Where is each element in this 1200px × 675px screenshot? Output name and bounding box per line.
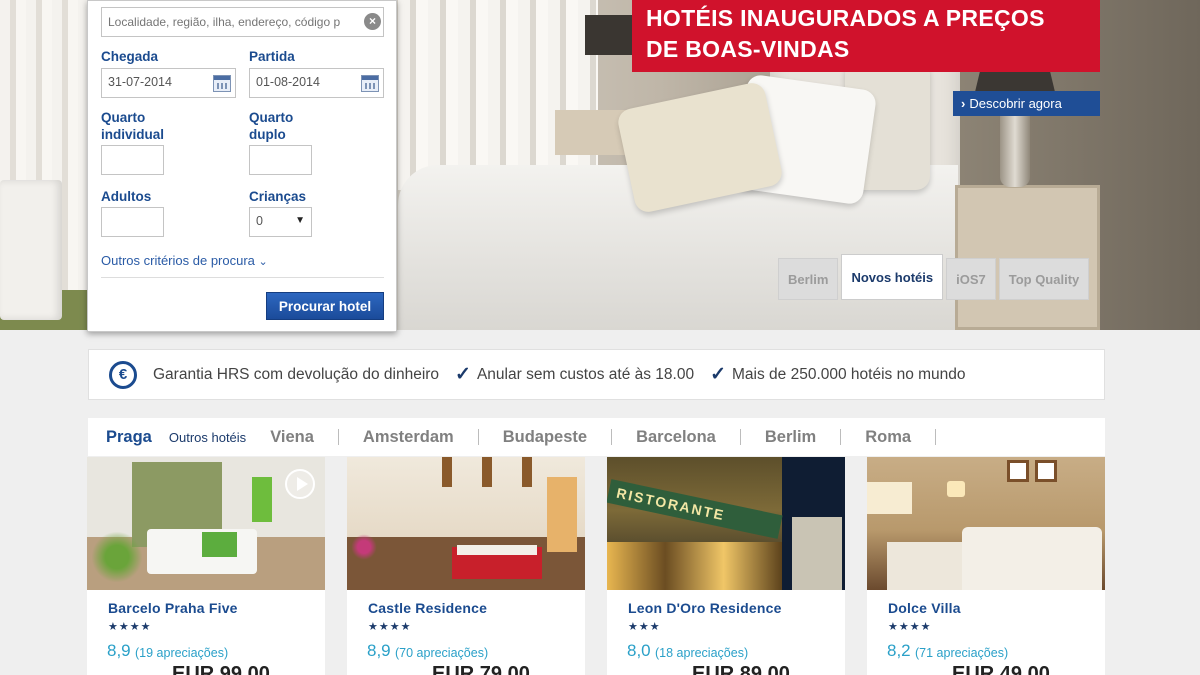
double-room-label: Quarto duplo bbox=[249, 109, 293, 143]
hotel-name[interactable]: Castle Residence bbox=[368, 600, 487, 616]
chevron-down-icon: ⌄ bbox=[258, 256, 268, 268]
chevron-right-icon: › bbox=[961, 96, 966, 111]
hero-lamp-left bbox=[585, 15, 635, 55]
hotel-card[interactable]: Barcelo Praha Five ★★★★ 8,9 (19 apreciaç… bbox=[87, 457, 325, 675]
checkin-label: Chegada bbox=[101, 49, 159, 64]
checkout-date-value: 01-08-2014 bbox=[256, 75, 320, 89]
hotel-search-panel: × Chegada 31-07-2014 Partida 01-08-2014 … bbox=[87, 0, 397, 332]
hotel-photo[interactable] bbox=[867, 457, 1105, 590]
checkout-date-field[interactable]: 01-08-2014 bbox=[249, 68, 384, 98]
hero-tab-ios7[interactable]: iOS7 bbox=[946, 258, 996, 300]
double-room-input[interactable] bbox=[249, 145, 312, 175]
city-tab-amsterdam[interactable]: Amsterdam bbox=[363, 428, 454, 447]
adults-label: Adultos bbox=[101, 189, 152, 204]
review-score: 8,9 bbox=[107, 641, 131, 660]
discover-now-button[interactable]: › Descobrir agora bbox=[953, 91, 1100, 116]
guarantee-bar: € Garantia HRS com devolução do dinheiro… bbox=[88, 349, 1105, 400]
single-room-input[interactable] bbox=[101, 145, 164, 175]
hero-tabs: Berlim Novos hotéis iOS7 Top Quality bbox=[778, 254, 1092, 300]
more-search-criteria-label: Outros critérios de procura bbox=[101, 253, 255, 268]
search-hotel-button[interactable]: Procurar hotel bbox=[266, 292, 384, 320]
check-icon: ✓ bbox=[710, 364, 727, 385]
hotel-photo[interactable] bbox=[87, 457, 325, 590]
hotel-card[interactable]: RISTORANTE Leon D'Oro Residence ★★★ 8,0 … bbox=[607, 457, 845, 675]
free-cancel-text: Anular sem custos até às 18.00 bbox=[476, 365, 695, 383]
city-tabs: Praga Outros hotéis Viena Amsterdam Buda… bbox=[88, 418, 1105, 456]
tab-separator bbox=[739, 429, 741, 445]
star-rating: ★★★★ bbox=[108, 621, 152, 633]
dropdown-arrow-icon: ▼ bbox=[295, 215, 305, 226]
city-tab-barcelona[interactable]: Barcelona bbox=[636, 428, 716, 447]
promo-title-line-2: DE BOAS-VINDAS bbox=[646, 36, 850, 62]
double-room-label-line-1: Quarto bbox=[249, 110, 294, 125]
promo-title-line-1: HOTÉIS INAUGURADOS A PREÇOS bbox=[646, 5, 1045, 31]
review-count-link[interactable]: (18 apreciações) bbox=[655, 646, 748, 660]
check-icon: ✓ bbox=[455, 364, 471, 385]
tab-separator bbox=[477, 429, 479, 445]
hotel-photo[interactable]: RISTORANTE bbox=[607, 457, 845, 590]
play-icon[interactable] bbox=[285, 469, 315, 499]
city-tab-praga[interactable]: Praga bbox=[106, 428, 152, 447]
review-count-link[interactable]: (19 apreciações) bbox=[135, 646, 228, 660]
checkout-label: Partida bbox=[249, 49, 295, 64]
hero-tab-top-quality[interactable]: Top Quality bbox=[998, 258, 1090, 300]
hotel-price: EUR 49,00 bbox=[952, 663, 1050, 675]
calendar-icon[interactable] bbox=[213, 75, 231, 92]
hotel-name[interactable]: Leon D'Oro Residence bbox=[628, 600, 782, 616]
hero-tab-novos-hoteis[interactable]: Novos hotéis bbox=[841, 254, 944, 300]
single-room-label-line-2: individual bbox=[101, 127, 165, 142]
tab-separator bbox=[840, 429, 842, 445]
money-back-guarantee-text: Garantia HRS com devolução do dinheiro bbox=[153, 365, 440, 383]
hotel-name[interactable]: Barcelo Praha Five bbox=[108, 600, 238, 616]
star-rating: ★★★★ bbox=[368, 621, 412, 633]
hotel-card[interactable]: Dolce Villa ★★★★ 8,2 (71 apreciações) EU… bbox=[867, 457, 1105, 675]
tab-separator bbox=[337, 429, 339, 445]
double-room-label-line-2: duplo bbox=[249, 127, 286, 142]
discover-now-label: Descobrir agora bbox=[969, 96, 1062, 111]
review-score: 8,2 bbox=[887, 641, 911, 660]
city-tab-roma[interactable]: Roma bbox=[865, 428, 911, 447]
checkin-date-value: 31-07-2014 bbox=[108, 75, 172, 89]
single-room-label-line-1: Quarto bbox=[101, 110, 146, 125]
city-tab-budapeste[interactable]: Budapeste bbox=[503, 428, 587, 447]
promo-banner[interactable]: HOTÉIS INAUGURADOS A PREÇOS DE BOAS-VIND… bbox=[632, 0, 1100, 72]
hotel-card[interactable]: Castle Residence ★★★★ 8,9 (70 apreciaçõe… bbox=[347, 457, 585, 675]
checkin-date-field[interactable]: 31-07-2014 bbox=[101, 68, 236, 98]
review-count-link[interactable]: (70 apreciações) bbox=[395, 646, 488, 660]
hotel-photo[interactable] bbox=[347, 457, 585, 590]
city-tab-viena[interactable]: Viena bbox=[270, 428, 314, 447]
clear-icon[interactable]: × bbox=[364, 13, 381, 30]
star-rating: ★★★ bbox=[628, 621, 661, 633]
hero-ottoman bbox=[0, 180, 62, 320]
review-score: 8,0 bbox=[627, 641, 651, 660]
hotels-count-text: Mais de 250.000 hotéis no mundo bbox=[732, 365, 966, 383]
restaurant-sign: RISTORANTE bbox=[607, 479, 783, 539]
other-hotels-link[interactable]: Outros hotéis bbox=[169, 430, 246, 445]
single-room-label: Quarto individual bbox=[101, 109, 164, 143]
hotel-name[interactable]: Dolce Villa bbox=[888, 600, 961, 616]
review-count-link[interactable]: (71 apreciações) bbox=[915, 646, 1008, 660]
divider bbox=[101, 277, 384, 278]
adults-input[interactable] bbox=[101, 207, 164, 237]
euro-icon: € bbox=[109, 360, 137, 389]
children-label: Crianças bbox=[249, 189, 307, 204]
hotel-price: EUR 79,00 bbox=[432, 663, 530, 675]
more-search-criteria-link[interactable]: Outros critérios de procura ⌄ bbox=[101, 253, 268, 268]
location-input[interactable] bbox=[101, 7, 384, 37]
city-tab-berlim[interactable]: Berlim bbox=[765, 428, 816, 447]
hotel-price: EUR 89,00 bbox=[692, 663, 790, 675]
hotel-price: EUR 99,00 bbox=[172, 663, 270, 675]
hero-curtain-center bbox=[398, 0, 598, 190]
tab-separator bbox=[611, 429, 613, 445]
calendar-icon[interactable] bbox=[361, 75, 379, 92]
review-score: 8,9 bbox=[367, 641, 391, 660]
hero-tab-berlim[interactable]: Berlim bbox=[778, 258, 839, 300]
star-rating: ★★★★ bbox=[888, 621, 932, 633]
children-select-value: 0 bbox=[256, 214, 263, 228]
tab-separator bbox=[935, 429, 937, 445]
children-select[interactable]: 0 ▼ bbox=[249, 207, 312, 237]
